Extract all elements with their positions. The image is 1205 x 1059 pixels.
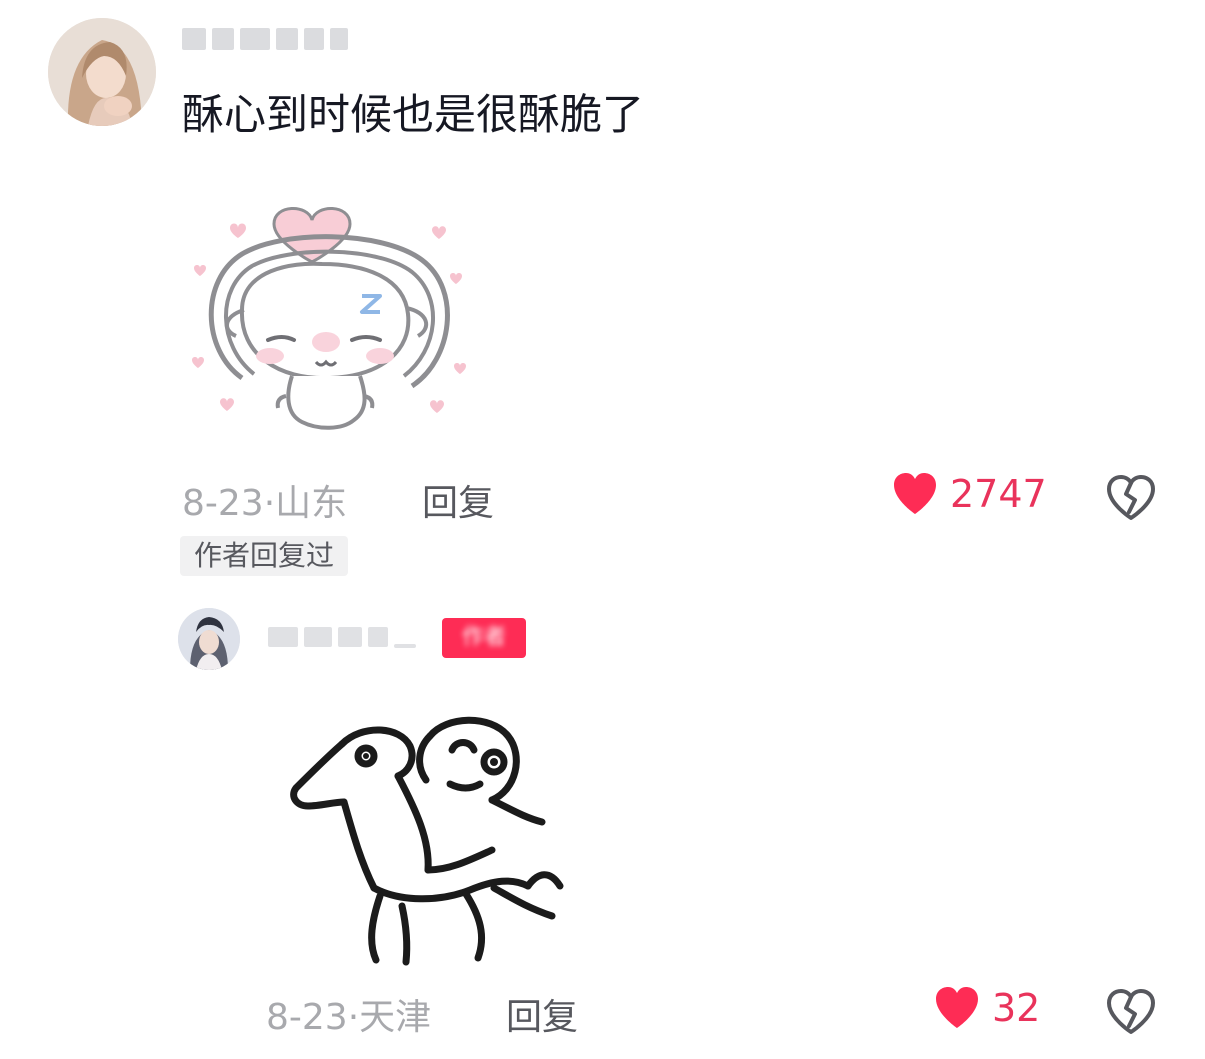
comment-avatar[interactable] bbox=[48, 18, 156, 126]
reply-avatar[interactable] bbox=[178, 608, 240, 670]
author-badge: 作者 bbox=[442, 618, 526, 658]
broken-heart-icon bbox=[1107, 475, 1155, 520]
comment-meta: 8-23·山东 bbox=[182, 474, 347, 526]
comment-dislike-button[interactable] bbox=[1106, 474, 1156, 526]
broken-heart-icon bbox=[1107, 989, 1155, 1034]
blurred-name-part bbox=[212, 28, 234, 50]
blurred-name-part bbox=[330, 28, 348, 50]
blurred-name-part bbox=[304, 627, 332, 647]
comment-date: 8-23 bbox=[182, 483, 264, 524]
comment-username[interactable] bbox=[182, 22, 348, 56]
reply-meta: 8-23·天津 bbox=[266, 988, 431, 1040]
blurred-name-part bbox=[182, 28, 206, 50]
meta-separator: · bbox=[347, 997, 360, 1038]
comment-reply-button[interactable]: 回复 bbox=[422, 474, 494, 526]
comment-like-count: 2747 bbox=[950, 472, 1047, 516]
comment-location: 山东 bbox=[275, 483, 348, 524]
reply-like-button[interactable]: 32 bbox=[934, 986, 1040, 1030]
reply-reply-button[interactable]: 回复 bbox=[506, 988, 578, 1040]
doodle-horse-rider-sticker[interactable] bbox=[280, 710, 580, 980]
blurred-name-part bbox=[268, 627, 298, 647]
blurred-name-part bbox=[368, 627, 388, 647]
sleeping-cat-heart-sticker[interactable] bbox=[182, 190, 472, 450]
blurred-name-part bbox=[338, 627, 362, 647]
meta-separator: · bbox=[263, 483, 276, 524]
reply-dislike-button[interactable] bbox=[1106, 988, 1156, 1040]
reply-location: 天津 bbox=[359, 997, 432, 1038]
blurred-name-part bbox=[394, 644, 416, 648]
reply-date: 8-23 bbox=[266, 997, 348, 1038]
blurred-name-part bbox=[240, 28, 270, 50]
blurred-name-part bbox=[276, 28, 298, 50]
heart-filled-icon bbox=[936, 987, 978, 1028]
reply-like-count: 32 bbox=[992, 986, 1041, 1030]
author-replied-tag: 作者回复过 bbox=[180, 536, 349, 576]
heart-filled-icon bbox=[894, 473, 936, 514]
comment-text: 酥心到时候也是很酥脆了 bbox=[182, 90, 645, 139]
comment-like-button[interactable]: 2747 bbox=[892, 472, 1047, 516]
blurred-name-part bbox=[304, 28, 324, 50]
reply-username[interactable] bbox=[268, 617, 416, 657]
